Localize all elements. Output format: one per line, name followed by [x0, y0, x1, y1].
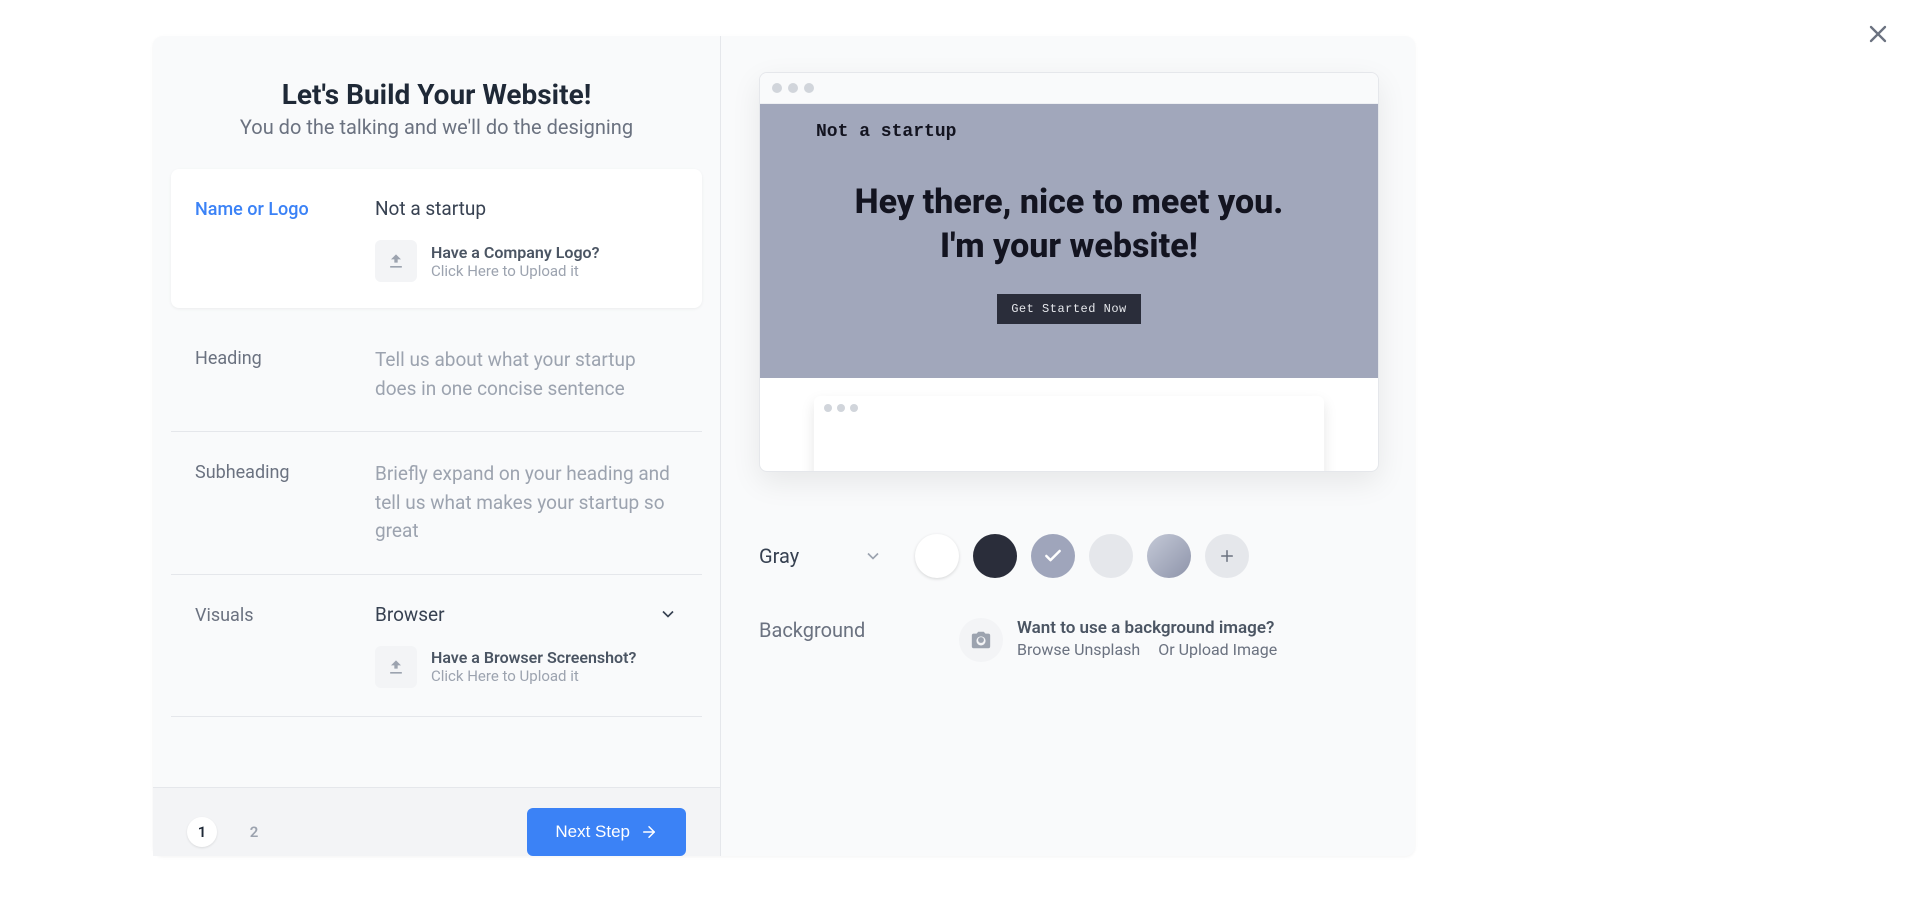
swatch-white[interactable] [915, 534, 959, 578]
chevron-down-icon [658, 604, 678, 624]
browse-unsplash-link[interactable]: Browse Unsplash [1017, 640, 1140, 659]
color-scheme-value: Gray [759, 544, 799, 568]
section-name-logo[interactable]: Name or Logo Not a startup Have a Compan… [171, 169, 702, 308]
upload-image-link[interactable]: Or Upload Image [1158, 640, 1277, 659]
background-question: Want to use a background image? [1017, 618, 1291, 638]
preview-cta: Get Started Now [997, 294, 1141, 324]
swatch-gradient[interactable] [1147, 534, 1191, 578]
page-title: Let's Build Your Website! [177, 78, 696, 111]
arrow-right-icon [640, 823, 658, 841]
label-heading: Heading [195, 346, 375, 403]
background-label: Background [759, 618, 959, 642]
section-heading[interactable]: Heading Tell us about what your startup … [171, 318, 702, 432]
next-step-button[interactable]: Next Step [527, 808, 686, 856]
visuals-value: Browser [375, 603, 445, 626]
hero-line-1: Hey there, nice to meet you. [760, 180, 1378, 224]
preview-brand: Not a startup [816, 122, 956, 142]
site-preview: Not a startup Hey there, nice to meet yo… [759, 72, 1379, 472]
section-visuals[interactable]: Visuals Browser Have a Browser Screen [171, 575, 702, 717]
upload-icon [375, 646, 417, 688]
swatch-light-gray[interactable] [1089, 534, 1133, 578]
window-controls [760, 73, 1378, 104]
color-scheme-select[interactable]: Gray [759, 544, 883, 568]
next-step-label: Next Step [555, 822, 630, 842]
name-value[interactable]: Not a startup [375, 197, 678, 220]
swatch-dark[interactable] [973, 534, 1017, 578]
plus-icon [1218, 547, 1236, 565]
swatch-gray-selected[interactable] [1031, 534, 1075, 578]
label-name-logo: Name or Logo [195, 197, 375, 282]
subheading-placeholder: Briefly expand on your heading and tell … [375, 460, 678, 546]
color-row: Gray [759, 534, 1379, 578]
step-2[interactable]: 2 [239, 817, 269, 847]
upload-logo-title: Have a Company Logo? [431, 243, 599, 262]
form-panel: Let's Build Your Website! You do the tal… [153, 36, 721, 856]
chevron-down-icon [863, 546, 883, 566]
swatch-add[interactable] [1205, 534, 1249, 578]
section-subheading[interactable]: Subheading Briefly expand on your headin… [171, 432, 702, 575]
upload-logo-sub: Click Here to Upload it [431, 262, 599, 280]
upload-logo[interactable]: Have a Company Logo? Click Here to Uploa… [375, 240, 678, 282]
check-icon [1043, 546, 1063, 566]
heading-placeholder: Tell us about what your startup does in … [375, 346, 678, 403]
camera-icon [959, 618, 1003, 662]
preview-panel: Not a startup Hey there, nice to meet yo… [721, 36, 1415, 856]
label-subheading: Subheading [195, 460, 375, 546]
upload-screenshot-title: Have a Browser Screenshot? [431, 648, 636, 667]
upload-icon [375, 240, 417, 282]
close-icon[interactable] [1864, 20, 1892, 48]
upload-screenshot-sub: Click Here to Upload it [431, 667, 636, 685]
step-1[interactable]: 1 [187, 817, 217, 847]
step-indicator: 1 2 [187, 817, 269, 847]
hero-area: Not a startup Hey there, nice to meet yo… [760, 104, 1378, 378]
wizard-footer: 1 2 Next Step [153, 787, 720, 856]
color-swatches [915, 534, 1249, 578]
visuals-select[interactable]: Browser [375, 603, 678, 626]
preview-inner-window [814, 396, 1324, 472]
label-visuals: Visuals [195, 603, 375, 688]
header: Let's Build Your Website! You do the tal… [153, 36, 720, 169]
page-subtitle: You do the talking and we'll do the desi… [177, 115, 696, 139]
hero-line-2: I'm your website! [760, 224, 1378, 268]
background-row: Background Want to use a background imag… [759, 618, 1379, 662]
upload-screenshot[interactable]: Have a Browser Screenshot? Click Here to… [375, 646, 678, 688]
builder-modal: Let's Build Your Website! You do the tal… [153, 36, 1415, 856]
